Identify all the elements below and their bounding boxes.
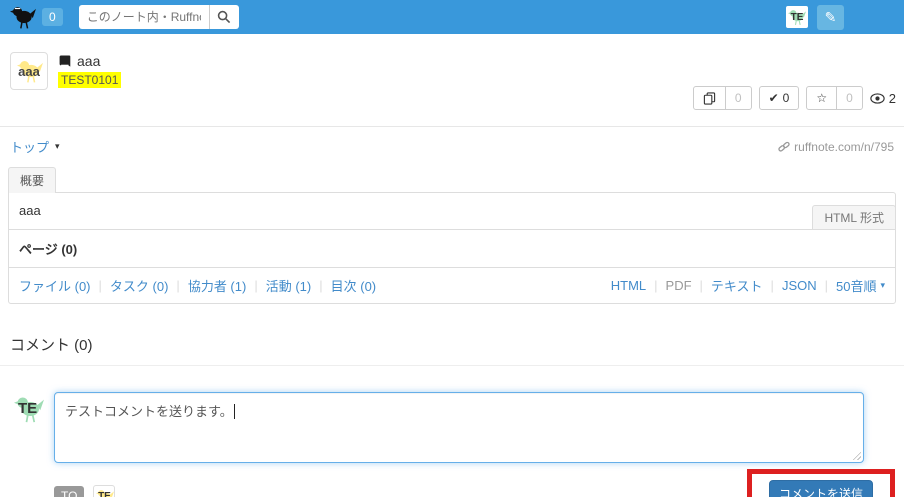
to-recipient-avatar[interactable]: TE (93, 485, 115, 497)
breadcrumb-row: トップ ▾ ruffnote.com/n/795 (0, 127, 904, 164)
divider: | (319, 278, 322, 293)
tab-overview[interactable]: 概要 (8, 167, 56, 193)
fork-button-group: 0 (693, 86, 752, 110)
overview-panel: 概要 aaa HTML 形式 ページ (0) ファイル (0) | タスク (0… (8, 166, 896, 304)
fork-button[interactable] (694, 87, 725, 109)
commenter-avatar: TE (12, 392, 46, 426)
red-annotation-highlight: コメントを送信 (747, 469, 895, 497)
divider: | (700, 278, 703, 293)
divider: | (771, 278, 774, 293)
navbar-right: TE ✎ (786, 5, 844, 30)
breadcrumb-top-link[interactable]: トップ (10, 137, 49, 156)
submit-comment-button[interactable]: コメントを送信 (769, 480, 873, 497)
comment-form: TE テストコメントを送ります。 (12, 392, 864, 463)
top-navbar: 0 (0, 0, 904, 34)
overview-body-text: aaa (19, 203, 41, 218)
copy-icon (703, 92, 716, 105)
notification-count-badge[interactable]: 0 (42, 8, 63, 26)
to-avatar-initials: TE (98, 491, 111, 497)
avatar-initials: TE (791, 12, 804, 23)
overview-content-row: aaa HTML 形式 (9, 193, 895, 230)
divider: | (825, 278, 828, 293)
comment-text: テストコメントを送ります。 (65, 404, 233, 419)
export-html-link[interactable]: HTML (611, 278, 646, 293)
star-count[interactable]: 0 (836, 87, 862, 109)
note-owner-avatar[interactable]: aaa (10, 52, 48, 90)
search-bar (79, 5, 239, 29)
watch-button[interactable]: ✔ 0 (759, 86, 800, 110)
link-activity[interactable]: 活動 (1) (266, 276, 312, 295)
note-action-buttons: 0 ✔ 0 ☆ 0 2 (693, 86, 896, 110)
magnifier-icon (217, 10, 231, 24)
pencil-icon: ✎ (825, 10, 837, 24)
link-collaborators[interactable]: 協力者 (1) (188, 276, 247, 295)
divider: | (99, 278, 102, 293)
sort-order-dropdown[interactable]: 50音順 ▾ (836, 276, 885, 295)
comments-heading: コメント (0) (10, 334, 894, 355)
divider: | (176, 278, 179, 293)
to-recipient-button[interactable]: TO (54, 486, 84, 497)
current-user-avatar[interactable]: TE (786, 6, 808, 28)
link-chain-icon (778, 141, 790, 153)
note-url-text: ruffnote.com/n/795 (794, 140, 894, 154)
page: 0 (0, 0, 904, 497)
note-tag[interactable]: TEST0101 (58, 72, 121, 88)
view-counter: 2 (870, 91, 896, 106)
link-toc[interactable]: 目次 (0) (331, 276, 377, 295)
commenter-initials: TE (18, 400, 37, 417)
link-files[interactable]: ファイル (0) (19, 276, 91, 295)
note-nav-links: ファイル (0) | タスク (0) | 協力者 (1) | 活動 (1) | … (19, 276, 376, 295)
search-button[interactable] (209, 5, 239, 29)
export-text-link[interactable]: テキスト (711, 276, 763, 295)
pages-section-header: ページ (0) (9, 230, 895, 268)
note-links-row: ファイル (0) | タスク (0) | 協力者 (1) | 活動 (1) | … (9, 268, 895, 303)
note-title: aaa (77, 53, 100, 69)
export-json-link[interactable]: JSON (782, 278, 817, 293)
new-note-edit-button[interactable]: ✎ (817, 5, 844, 30)
watch-count: 0 (783, 91, 790, 105)
comment-footer: TO TE … コメントを送信 (54, 469, 896, 497)
divider: | (254, 278, 257, 293)
chevron-down-icon[interactable]: ▾ (55, 141, 60, 152)
star-icon: ☆ (816, 91, 827, 105)
book-icon (58, 54, 72, 68)
divider: | (654, 278, 657, 293)
star-button[interactable]: ☆ (807, 87, 836, 109)
eye-icon (870, 93, 885, 104)
search-input[interactable] (79, 5, 209, 29)
html-format-toggle-button[interactable]: HTML 形式 (812, 205, 896, 229)
export-links: HTML | PDF | テキスト | JSON | 50音順 ▾ (611, 276, 885, 295)
star-button-group: ☆ 0 (806, 86, 862, 110)
link-tasks[interactable]: タスク (0) (110, 276, 169, 295)
comments-divider (0, 365, 904, 366)
sort-order-label: 50音順 (836, 276, 876, 295)
chevron-down-icon: ▾ (880, 280, 885, 291)
export-pdf-link: PDF (666, 278, 692, 293)
text-cursor (234, 404, 235, 419)
ruffnote-bird-logo-icon[interactable] (10, 4, 36, 30)
view-count: 2 (889, 91, 896, 106)
owner-avatar-text: aaa (18, 64, 40, 79)
comment-textarea[interactable]: テストコメントを送ります。 (54, 392, 864, 463)
fork-count[interactable]: 0 (725, 87, 751, 109)
note-url[interactable]: ruffnote.com/n/795 (778, 140, 894, 154)
more-recipients-button[interactable]: … (124, 488, 141, 497)
resize-handle[interactable] (851, 450, 861, 460)
check-icon: ✔ (769, 91, 779, 105)
note-header: aaa aaa TEST0101 (0, 34, 904, 126)
